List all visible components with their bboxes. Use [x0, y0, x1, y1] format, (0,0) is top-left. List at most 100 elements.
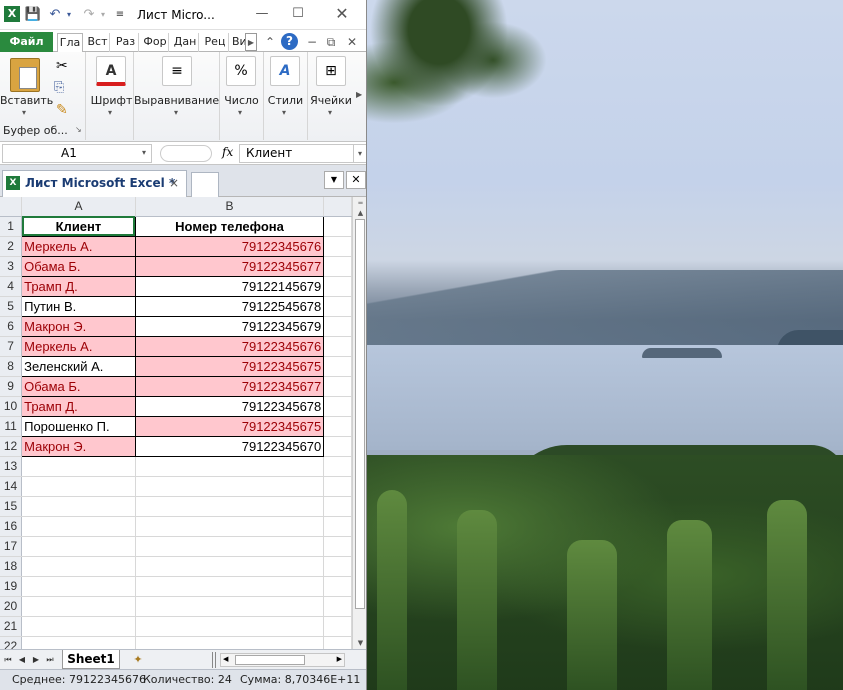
cells-group-label[interactable]: Ячейки	[308, 94, 354, 107]
cell-phone[interactable]: 79122545678	[135, 296, 325, 317]
excel-app-icon[interactable]: X	[4, 6, 20, 22]
cell-empty[interactable]	[21, 536, 136, 557]
scroll-up-icon[interactable]: ▲	[353, 207, 366, 219]
styles-group-label[interactable]: Стили	[264, 94, 307, 107]
cell-empty[interactable]	[21, 516, 136, 537]
font-group-label[interactable]: Шрифт	[90, 94, 133, 107]
tab-review[interactable]: Рец	[202, 33, 229, 52]
clipboard-launcher-icon[interactable]: ↘	[75, 125, 82, 134]
minimize-icon[interactable]: —	[250, 4, 274, 24]
tab-insert[interactable]: Вст	[86, 33, 110, 52]
tab-page-layout[interactable]: Раз	[113, 33, 139, 52]
horizontal-scrollbar[interactable]: ◀ ▶	[220, 653, 345, 667]
sheet-tab-sheet1[interactable]: Sheet1	[62, 650, 120, 669]
first-sheet-icon[interactable]: ⏮	[2, 653, 14, 667]
ribbon-scroll-right-icon[interactable]: ▶	[356, 90, 362, 99]
cell-empty[interactable]	[323, 236, 352, 257]
cell-empty[interactable]	[135, 636, 325, 649]
close-document-icon[interactable]: ✕	[346, 171, 366, 189]
tabs-scroll-right-icon[interactable]: ▶	[245, 33, 257, 51]
cell-empty[interactable]	[323, 396, 352, 417]
tab-split-handle[interactable]	[212, 652, 216, 668]
vertical-scrollbar[interactable]: ═ ▲ ▼	[352, 197, 366, 649]
tab-formulas[interactable]: Фор	[142, 33, 169, 52]
cell-empty[interactable]	[323, 336, 352, 357]
cell-phone[interactable]: 79122345676	[135, 236, 325, 257]
tab-data[interactable]: Дан	[172, 33, 199, 52]
cell-client[interactable]: Зеленский А.	[21, 356, 136, 377]
row-header[interactable]: 12	[0, 436, 23, 457]
redo-icon[interactable]: ↷	[80, 6, 98, 24]
next-sheet-icon[interactable]: ▶	[30, 653, 42, 667]
row-header[interactable]: 5	[0, 296, 23, 317]
select-all-corner[interactable]	[0, 197, 23, 217]
cell-empty[interactable]	[323, 256, 352, 277]
cell-phone[interactable]: 79122345675	[135, 356, 325, 377]
cell-empty[interactable]	[323, 616, 352, 637]
format-painter-icon[interactable]: ✎	[56, 102, 68, 118]
alignment-dropdown-icon[interactable]: ▾	[174, 108, 178, 117]
cell-empty[interactable]	[323, 516, 352, 537]
cell-empty[interactable]	[323, 556, 352, 577]
cell-client[interactable]: Меркель А.	[21, 236, 136, 257]
customize-quick-access-icon[interactable]: ≡	[113, 6, 127, 24]
cell-empty[interactable]	[323, 296, 352, 317]
cell-phone[interactable]: 79122345678	[135, 396, 325, 417]
cell-empty[interactable]	[135, 556, 325, 577]
name-box[interactable]: A1	[2, 144, 152, 163]
cells-icon[interactable]: ⊞	[316, 56, 346, 86]
column-header-c[interactable]	[323, 197, 352, 217]
row-header[interactable]: 19	[0, 576, 23, 597]
copy-icon[interactable]: ⎘	[54, 80, 64, 95]
cell-empty[interactable]	[323, 576, 352, 597]
row-header[interactable]: 4	[0, 276, 23, 297]
cell-empty[interactable]	[323, 436, 352, 457]
row-header[interactable]: 11	[0, 416, 23, 437]
row-header[interactable]: 21	[0, 616, 23, 637]
number-group-label[interactable]: Число	[220, 94, 263, 107]
cell-empty[interactable]	[323, 416, 352, 437]
maximize-icon[interactable]: ☐	[286, 4, 310, 24]
expand-formula-bar-icon[interactable]: ▾	[353, 144, 366, 163]
cell-empty[interactable]	[323, 316, 352, 337]
row-header[interactable]: 6	[0, 316, 23, 337]
redo-dropdown-icon[interactable]: ▾	[98, 6, 108, 24]
last-sheet-icon[interactable]: ⏭	[44, 653, 56, 667]
cell-phone[interactable]: 79122345675	[135, 416, 325, 437]
cell-phone[interactable]: 79122345677	[135, 376, 325, 397]
row-header[interactable]: 7	[0, 336, 23, 357]
cell-empty[interactable]	[21, 456, 136, 477]
cell-b1[interactable]: Номер телефона	[134, 215, 325, 237]
cell-empty[interactable]	[323, 356, 352, 377]
cell-phone[interactable]: 79122345679	[135, 316, 325, 337]
number-dropdown-icon[interactable]: ▾	[238, 108, 242, 117]
cell-empty[interactable]	[135, 476, 325, 497]
row-header[interactable]: 2	[0, 236, 23, 257]
font-dropdown-icon[interactable]: ▾	[108, 108, 112, 117]
undo-dropdown-icon[interactable]: ▾	[64, 6, 74, 24]
cell-empty[interactable]	[21, 616, 136, 637]
row-header[interactable]: 20	[0, 596, 23, 617]
cell-client[interactable]: Макрон Э.	[21, 436, 136, 457]
minimize-ribbon-icon[interactable]: ⌃	[261, 33, 279, 51]
formula-bar-divider[interactable]	[160, 145, 212, 162]
row-header[interactable]: 16	[0, 516, 23, 537]
undo-icon[interactable]: ↶	[46, 6, 64, 24]
tabs-dropdown-icon[interactable]: ▼	[324, 171, 344, 189]
cell-client[interactable]: Обама Б.	[21, 376, 136, 397]
cell-phone[interactable]: 79122345670	[135, 436, 325, 457]
cell-client[interactable]: Порошенко П.	[21, 416, 136, 437]
help-icon[interactable]: ?	[281, 33, 298, 50]
cell-client[interactable]: Трамп Д.	[21, 396, 136, 417]
cell-empty[interactable]	[21, 596, 136, 617]
window-restore-icon[interactable]: ⧉	[322, 33, 340, 51]
scroll-down-icon[interactable]: ▼	[353, 637, 366, 649]
cell-client[interactable]: Меркель А.	[21, 336, 136, 357]
row-header[interactable]: 14	[0, 476, 23, 497]
document-tab[interactable]: X Лист Microsoft Excel * ×	[2, 170, 187, 197]
paste-icon[interactable]	[10, 58, 40, 92]
formula-input[interactable]: Клиент	[239, 144, 353, 163]
cell-client[interactable]: Трамп Д.	[21, 276, 136, 297]
cell-empty[interactable]	[323, 276, 352, 297]
cell-empty[interactable]	[323, 476, 352, 497]
